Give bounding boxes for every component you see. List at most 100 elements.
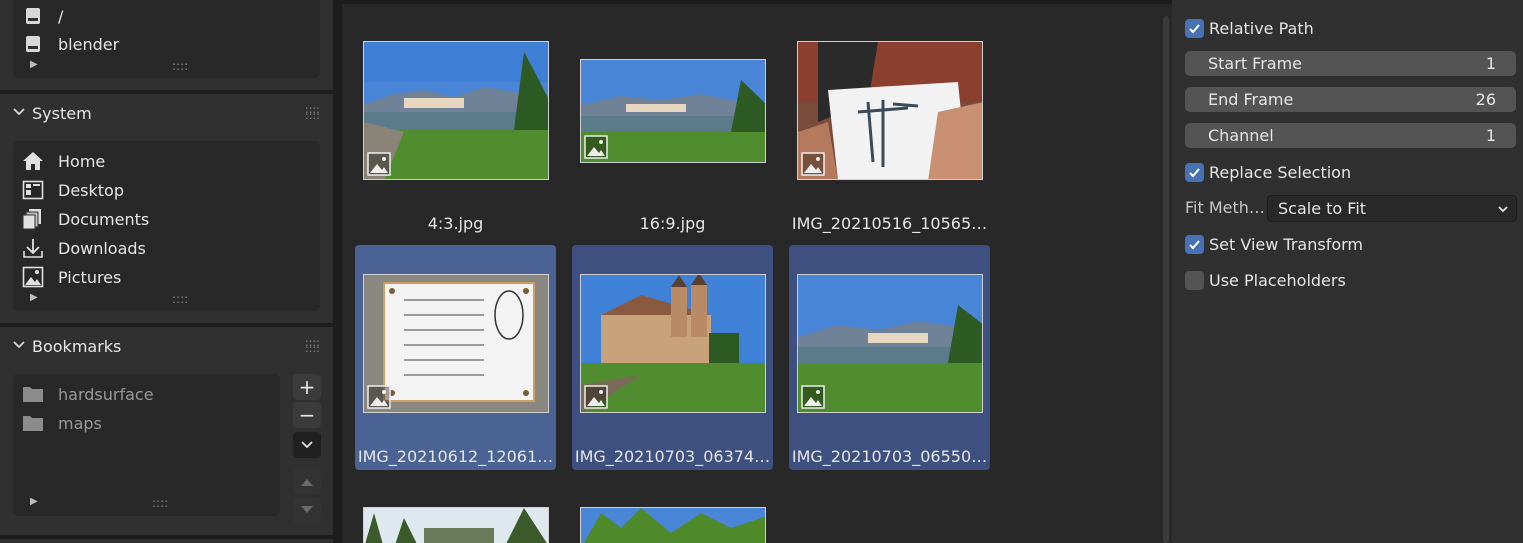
remove-bookmark-button[interactable]: − bbox=[293, 402, 321, 428]
bookmark-item-hardsurface[interactable]: hardsurface bbox=[22, 381, 154, 407]
folder-icon bbox=[22, 383, 44, 405]
image-icon bbox=[367, 385, 391, 409]
chevron-down-icon bbox=[301, 441, 313, 449]
file-name: 4:3.jpg bbox=[427, 214, 484, 233]
system-panel-header[interactable]: System :::::::: bbox=[0, 94, 333, 132]
system-item-desktop[interactable]: Desktop bbox=[22, 177, 124, 203]
system-item-label: Documents bbox=[58, 209, 150, 229]
triangle-down-icon bbox=[301, 506, 313, 513]
import-options-panel: Relative Path Start Frame 1 End Frame 26… bbox=[1172, 0, 1523, 543]
dropdown-value: Scale to Fit bbox=[1278, 199, 1367, 218]
use-placeholders-checkbox[interactable]: Use Placeholders bbox=[1185, 269, 1346, 291]
system-item-documents[interactable]: Documents bbox=[22, 206, 149, 232]
bookmarks-panel-title: Bookmarks bbox=[32, 336, 122, 356]
resize-grip-icon[interactable]: :::: bbox=[172, 293, 188, 305]
bookmark-specials-menu-button[interactable] bbox=[293, 432, 321, 458]
checkmark-icon bbox=[1185, 162, 1204, 182]
image-thumbnail bbox=[580, 507, 766, 543]
minus-icon: − bbox=[298, 403, 316, 427]
image-icon bbox=[801, 152, 825, 176]
system-item-label: Downloads bbox=[58, 238, 146, 258]
system-item-label: Pictures bbox=[58, 267, 122, 287]
relative-path-checkbox[interactable]: Relative Path bbox=[1185, 17, 1314, 39]
add-bookmark-button[interactable]: + bbox=[293, 374, 321, 400]
bookmark-label: hardsurface bbox=[58, 384, 154, 404]
file-name: 16:9.jpg bbox=[639, 214, 706, 233]
file-tile-img-20210703-06374[interactable]: IMG_20210703_06374… bbox=[572, 245, 773, 470]
move-bookmark-up-button[interactable] bbox=[293, 469, 321, 495]
file-name: IMG_20210516_10565… bbox=[791, 214, 988, 233]
panel-drag-grip-icon[interactable]: :::::::: bbox=[305, 337, 320, 354]
chevron-down-icon bbox=[13, 108, 25, 116]
home-icon bbox=[22, 150, 44, 172]
vertical-scrollbar[interactable] bbox=[1163, 16, 1169, 543]
resize-grip-icon[interactable]: :::: bbox=[172, 60, 188, 72]
panel-drag-grip-icon[interactable]: :::::::: bbox=[305, 104, 320, 121]
replace-selection-checkbox[interactable]: Replace Selection bbox=[1185, 161, 1351, 183]
file-tile-img-20210516[interactable]: IMG_20210516_10565… bbox=[789, 23, 990, 248]
checkbox-label: Use Placeholders bbox=[1209, 270, 1346, 290]
image-icon bbox=[22, 266, 44, 288]
documents-icon bbox=[22, 208, 44, 230]
expand-list-arrow-icon[interactable]: ▶ bbox=[30, 496, 38, 507]
volume-label: / bbox=[58, 6, 64, 26]
checkmark-icon bbox=[1185, 18, 1204, 38]
field-label: End Frame bbox=[1208, 90, 1294, 109]
field-value: 26 bbox=[1475, 90, 1496, 109]
download-icon bbox=[22, 237, 44, 259]
expand-list-arrow-icon[interactable]: ▶ bbox=[30, 59, 38, 70]
fit-method-label: Fit Meth… bbox=[1185, 198, 1265, 217]
fit-method-dropdown[interactable]: Scale to Fit bbox=[1267, 195, 1517, 222]
image-thumbnail bbox=[363, 41, 549, 180]
file-name: IMG_20210703_06374… bbox=[574, 447, 771, 466]
resize-grip-icon[interactable]: :::: bbox=[152, 497, 168, 509]
image-thumbnail bbox=[580, 274, 766, 413]
system-item-home[interactable]: Home bbox=[22, 148, 105, 174]
bookmark-item-maps[interactable]: maps bbox=[22, 410, 102, 436]
drive-icon bbox=[22, 5, 44, 27]
start-frame-field[interactable]: Start Frame 1 bbox=[1185, 51, 1516, 76]
volume-item-root[interactable]: / bbox=[22, 3, 63, 29]
image-thumbnail bbox=[580, 59, 766, 163]
system-panel-title: System bbox=[32, 103, 92, 123]
file-tile-16-9[interactable]: 16:9.jpg bbox=[572, 23, 773, 248]
volume-label: blender bbox=[58, 34, 120, 54]
system-item-downloads[interactable]: Downloads bbox=[22, 235, 146, 261]
image-icon bbox=[584, 385, 608, 409]
desktop-icon bbox=[22, 179, 44, 201]
move-bookmark-down-button[interactable] bbox=[293, 497, 321, 523]
file-tile-partial[interactable] bbox=[355, 478, 556, 543]
checkbox-label: Replace Selection bbox=[1209, 162, 1352, 182]
image-thumbnail bbox=[797, 41, 983, 180]
bookmarks-panel-header[interactable]: Bookmarks :::::::: bbox=[0, 327, 333, 365]
file-tile-img-20210612[interactable]: IMG_20210612_12061… bbox=[355, 245, 556, 470]
checkbox-label: Relative Path bbox=[1209, 18, 1314, 38]
volume-item-blender[interactable]: blender bbox=[22, 31, 119, 57]
image-thumbnail bbox=[797, 274, 983, 413]
system-item-label: Desktop bbox=[58, 180, 124, 200]
set-view-transform-checkbox[interactable]: Set View Transform bbox=[1185, 233, 1363, 255]
field-value: 1 bbox=[1485, 54, 1496, 73]
drive-icon bbox=[22, 33, 44, 55]
file-browser-sidebar: / blender ▶ :::: System :::::::: Home De… bbox=[0, 0, 333, 543]
field-label: Start Frame bbox=[1208, 54, 1303, 73]
system-item-label: Home bbox=[58, 151, 106, 171]
chevron-down-icon bbox=[1498, 206, 1508, 213]
folder-icon bbox=[22, 412, 44, 434]
image-thumbnail bbox=[363, 507, 549, 543]
unchecked-box-icon bbox=[1185, 270, 1204, 290]
system-item-pictures[interactable]: Pictures bbox=[22, 264, 121, 290]
field-value: 1 bbox=[1485, 126, 1496, 145]
channel-field[interactable]: Channel 1 bbox=[1185, 123, 1516, 148]
triangle-up-icon bbox=[301, 479, 313, 486]
bookmark-label: maps bbox=[58, 413, 102, 433]
panel-divider bbox=[0, 535, 333, 539]
checkmark-icon bbox=[1185, 234, 1204, 254]
file-tile-partial[interactable] bbox=[572, 478, 773, 543]
image-icon bbox=[367, 152, 391, 176]
file-tile-4-3[interactable]: 4:3.jpg bbox=[355, 23, 556, 248]
image-icon bbox=[801, 385, 825, 409]
expand-list-arrow-icon[interactable]: ▶ bbox=[30, 292, 38, 303]
file-tile-img-20210703-06550[interactable]: IMG_20210703_06550… bbox=[789, 245, 990, 470]
end-frame-field[interactable]: End Frame 26 bbox=[1185, 87, 1516, 112]
